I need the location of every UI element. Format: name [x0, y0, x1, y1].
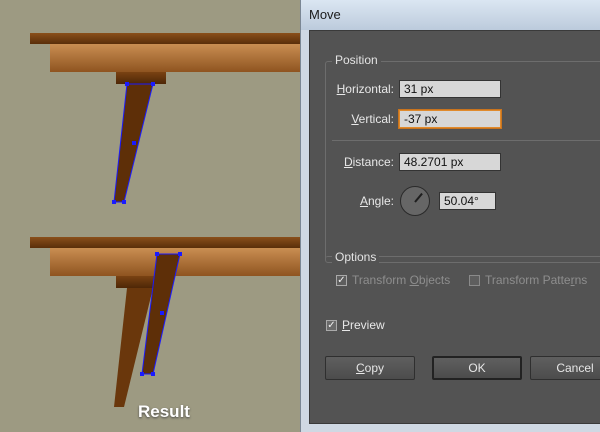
- upper-table: [30, 33, 302, 204]
- vertical-input[interactable]: -37 px: [399, 110, 501, 128]
- transform-objects-checkbox[interactable]: ✓: [336, 275, 347, 286]
- transform-objects-text: Transform Objects: [352, 273, 451, 287]
- position-separator: [332, 140, 600, 141]
- preview-label: Preview: [342, 318, 385, 332]
- preview-checkbox[interactable]: ✓: [326, 320, 337, 331]
- lower-tabletop: [30, 237, 302, 248]
- dialog-title: Move: [309, 7, 341, 22]
- move-dialog: Move Position Horizontal: 31 px Vertical…: [300, 0, 600, 432]
- dialog-titlebar[interactable]: Move: [301, 0, 600, 30]
- vertical-label: Vertical:: [351, 112, 394, 126]
- transform-objects-label: Transform Objects: [352, 273, 450, 287]
- options-legend: Options: [332, 250, 380, 264]
- lower-table: [30, 237, 302, 407]
- result-label: Result: [138, 402, 190, 421]
- distance-label-text: istance:: [352, 155, 394, 169]
- vertical-label-text: ertical:: [358, 112, 394, 126]
- dialog-body: Position Horizontal: 31 px Vertical: -37…: [309, 30, 600, 424]
- angle-dial[interactable]: [400, 186, 430, 216]
- angle-label: Angle:: [359, 194, 394, 208]
- horizontal-label: Horizontal:: [336, 82, 394, 96]
- ok-button[interactable]: OK: [432, 356, 522, 380]
- distance-label: Distance:: [343, 155, 394, 169]
- angle-label-text: ngle:: [367, 194, 394, 208]
- upper-leg-block: [116, 72, 166, 84]
- transform-patterns-label: Transform Patterns: [485, 273, 587, 287]
- horizontal-input[interactable]: 31 px: [399, 80, 501, 98]
- copy-button[interactable]: Copy: [325, 356, 415, 380]
- cancel-button[interactable]: Cancel: [530, 356, 600, 380]
- angle-dial-needle: [414, 192, 423, 203]
- upper-apron: [50, 44, 302, 72]
- upper-tabletop: [30, 33, 302, 44]
- transform-patterns-checkbox[interactable]: [469, 275, 480, 286]
- position-legend: Position: [332, 53, 381, 67]
- transform-patterns-text: Transform Patterns: [485, 273, 588, 287]
- distance-value: 48.2701 px: [399, 153, 501, 171]
- angle-value: 50.04°: [439, 192, 496, 210]
- horizontal-label-text: orizontal:: [345, 82, 394, 96]
